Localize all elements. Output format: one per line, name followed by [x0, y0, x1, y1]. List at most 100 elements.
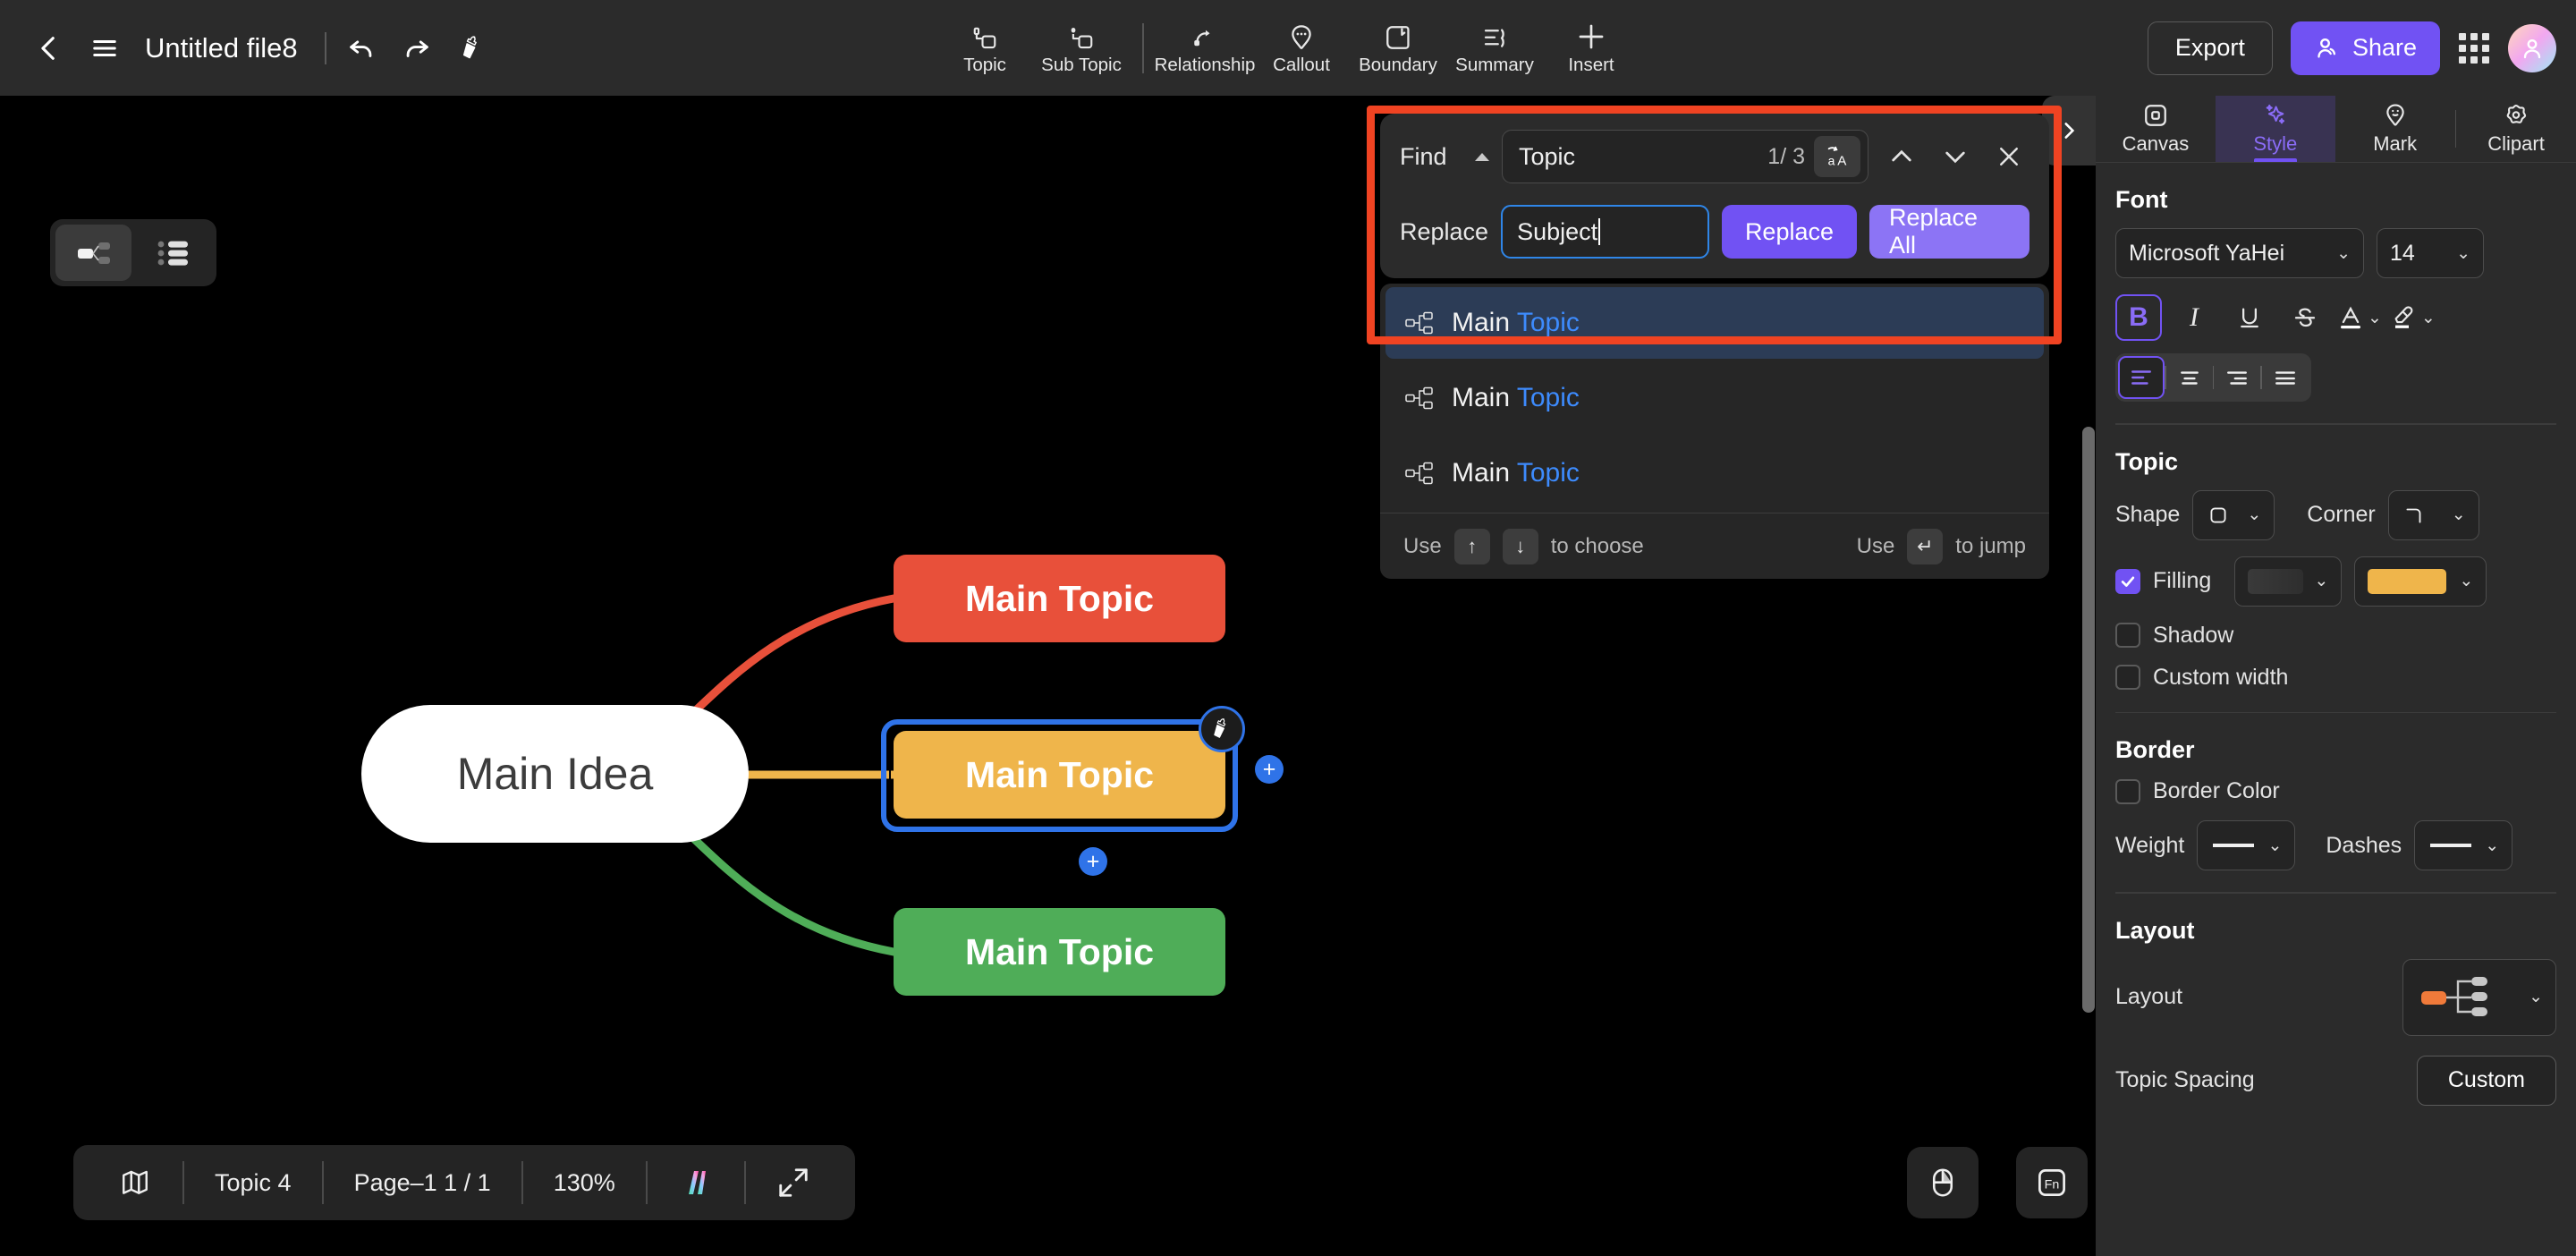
replace-button[interactable]: Replace [1721, 205, 1857, 259]
format-painter-button[interactable] [445, 21, 500, 76]
rounded-corner-icon [2402, 504, 2427, 527]
format-painter-badge-icon[interactable] [1199, 706, 1245, 752]
border-weight-select[interactable]: ⌄ [2197, 820, 2296, 870]
toolbar-right-group: Export Share [2147, 0, 2556, 96]
fill-color-swatch [2368, 568, 2447, 594]
topic-count[interactable]: Topic 4 [184, 1145, 322, 1220]
bold-button[interactable]: B [2115, 294, 2162, 341]
tool-callout[interactable]: Callout [1253, 7, 1350, 89]
tab-clipart[interactable]: Clipart [2456, 96, 2576, 162]
page-indicator[interactable]: Page–1 1 / 1 [324, 1145, 521, 1220]
weight-dashes-row: Weight ⌄ Dashes ⌄ [2115, 820, 2556, 870]
find-result-item[interactable]: Main Topic [1385, 362, 2044, 434]
find-next-button[interactable] [1935, 136, 1976, 177]
panel-collapse-button[interactable] [2042, 96, 2096, 165]
undo-button[interactable] [334, 21, 389, 76]
chevron-down-icon: ⌄ [2485, 836, 2500, 855]
corner-select[interactable]: ⌄ [2387, 489, 2479, 540]
tool-label: Summary [1455, 54, 1534, 75]
text-highlight-button[interactable]: ⌄ [2391, 294, 2436, 341]
align-left-button[interactable] [2118, 356, 2165, 399]
theme-icon [688, 1171, 706, 1194]
filling-gradient-select[interactable]: ⌄ [2234, 556, 2343, 607]
match-case-button[interactable]: a A [1814, 136, 1860, 177]
replace-input[interactable]: Subject [1501, 205, 1709, 259]
tool-topic[interactable]: Topic [936, 7, 1033, 89]
find-result-item[interactable]: Main Topic [1385, 287, 2044, 359]
font-color-button[interactable]: ⌄ [2337, 294, 2382, 341]
panel-scrollbar[interactable] [2082, 427, 2095, 1013]
border-dashes-select[interactable]: ⌄ [2414, 820, 2513, 870]
tab-mark[interactable]: Mark [2335, 96, 2455, 162]
find-result-text: Main Topic [1452, 308, 1580, 337]
map-overview-button[interactable] [88, 1145, 182, 1220]
font-family-select[interactable]: Microsoft YaHei ⌄ [2115, 228, 2364, 278]
add-sibling-button[interactable]: + [1255, 755, 1284, 784]
app-grid-icon[interactable] [2458, 32, 2490, 64]
underline-button[interactable] [2226, 294, 2273, 341]
shadow-checkbox[interactable] [2115, 623, 2140, 648]
theme-button[interactable] [648, 1145, 744, 1220]
tool-summary[interactable]: Summary [1446, 7, 1543, 89]
arrow-up-key-icon: ↑ [1453, 528, 1490, 564]
tab-canvas[interactable]: Canvas [2096, 96, 2216, 162]
fullscreen-button[interactable] [746, 1145, 841, 1220]
document-title[interactable]: Untitled file8 [145, 32, 298, 64]
mindmap-node-topic-2-selected[interactable]: Main Topic [894, 731, 1225, 819]
border-color-checkbox[interactable] [2115, 778, 2140, 804]
back-button[interactable] [21, 21, 77, 76]
align-right-button[interactable] [2214, 356, 2260, 399]
tool-label: Relationship [1154, 54, 1256, 75]
mindmap-node-topic-1[interactable]: Main Topic [894, 555, 1225, 642]
toolbar-center-group: Topic Sub Topic Relationship Callout Bou… [936, 0, 1640, 96]
tool-relationship[interactable]: Relationship [1154, 7, 1256, 89]
dashes-label: Dashes [2326, 832, 2402, 858]
find-input[interactable]: Topic 1/ 3 a A [1502, 130, 1868, 183]
mindmap-node-root[interactable]: Main Idea [361, 705, 749, 843]
find-results-list: Main Topic Main Topic Main Topic Use ↑ ↓… [1380, 284, 2049, 579]
font-row: Microsoft YaHei ⌄ 14 ⌄ [2115, 228, 2556, 278]
custom-width-checkbox[interactable] [2115, 665, 2140, 690]
choose-label: to choose [1550, 533, 1644, 558]
tab-style[interactable]: Style [2215, 96, 2335, 162]
tool-sub-topic[interactable]: Sub Topic [1033, 7, 1130, 89]
chevron-up-icon [1892, 149, 1911, 162]
font-size-select[interactable]: 14 ⌄ [2377, 228, 2484, 278]
share-button[interactable]: Share [2290, 21, 2440, 75]
use-label-1: Use [1403, 533, 1442, 558]
filling-color-select[interactable]: ⌄ [2354, 556, 2487, 607]
tool-label: Topic [963, 54, 1006, 75]
find-result-item[interactable]: Main Topic [1385, 437, 2044, 509]
tab-label: Mark [2373, 132, 2418, 155]
chevron-down-icon: ⌄ [2267, 836, 2283, 855]
filling-checkbox[interactable] [2115, 568, 2140, 594]
tool-insert[interactable]: Insert [1543, 7, 1640, 89]
chevron-down-icon: ⌄ [2314, 572, 2329, 590]
align-justify-button[interactable] [2262, 356, 2309, 399]
find-close-button[interactable] [1988, 136, 2029, 177]
section-title-font: Font [2115, 186, 2168, 213]
font-family-value: Microsoft YaHei [2129, 240, 2285, 266]
redo-button[interactable] [389, 21, 445, 76]
align-center-button[interactable] [2166, 356, 2213, 399]
zoom-level[interactable]: 130% [523, 1145, 646, 1220]
avatar[interactable] [2508, 23, 2556, 72]
mindmap-node-topic-3[interactable]: Main Topic [894, 908, 1225, 996]
find-prev-button[interactable] [1881, 136, 1922, 177]
strikethrough-button[interactable] [2282, 294, 2328, 341]
chevron-down-icon: ⌄ [2247, 505, 2262, 524]
replace-all-button[interactable]: Replace All [1869, 204, 2029, 259]
tool-boundary[interactable]: Boundary [1350, 7, 1446, 89]
mouse-mode-button[interactable] [1907, 1147, 1979, 1218]
chevron-down-icon: ⌄ [2368, 308, 2382, 327]
shape-select[interactable]: ⌄ [2192, 489, 2275, 540]
text-cursor [1598, 218, 1601, 245]
fn-shortcut-button[interactable]: Fn [2016, 1147, 2088, 1218]
topic-spacing-button[interactable]: Custom [2416, 1055, 2556, 1106]
export-button[interactable]: Export [2147, 21, 2273, 75]
add-child-button[interactable]: + [1079, 847, 1107, 876]
hamburger-menu-button[interactable] [77, 21, 132, 76]
italic-button[interactable]: I [2171, 294, 2217, 341]
layout-select[interactable]: ⌄ [2402, 958, 2556, 1036]
caret-up-icon[interactable] [1475, 152, 1489, 161]
